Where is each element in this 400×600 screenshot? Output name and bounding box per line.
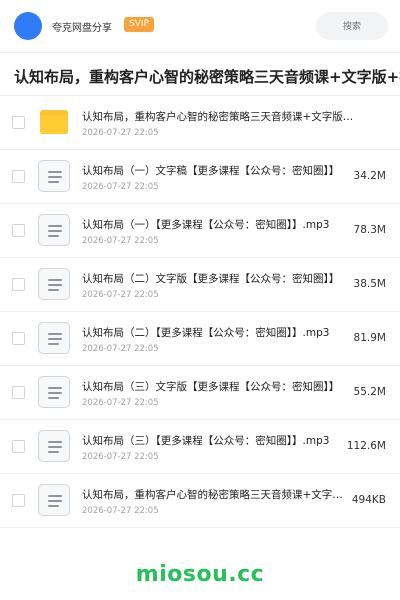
- select-checkbox[interactable]: [12, 116, 25, 129]
- file-row[interactable]: 认知布局（一）文字稿【更多课程【公众号：密知圈】】 2026-07-27 22:…: [0, 150, 400, 204]
- document-icon: [38, 322, 70, 354]
- file-row[interactable]: 认知布局（一）【更多课程【公众号：密知圈】】.mp3 2026-07-27 22…: [0, 204, 400, 258]
- file-date: 2026-07-27 22:05: [82, 182, 159, 192]
- share-title-bar: 认知布局，重构客户心智的秘密策略三天音频课+文字版+视频: [0, 62, 400, 92]
- document-icon: [38, 376, 70, 408]
- header-bar: 夸克网盘分享 SVIP: [0, 0, 400, 52]
- file-name: 认知布局（二）【更多课程【公众号：密知圈】】.mp3: [82, 327, 330, 339]
- watermark-text: miosou.cc: [135, 562, 265, 587]
- file-date: 2026-07-27 22:05: [82, 398, 159, 408]
- file-row[interactable]: 认知布局，重构客户心智的秘密策略三天音频课+文字版… 2026-07-27 22…: [0, 474, 400, 528]
- file-size: 38.5M: [353, 278, 386, 290]
- file-name: 认知布局（一）文字稿【更多课程【公众号：密知圈】】: [82, 165, 340, 177]
- file-name: 认知布局（三）文字版【更多课程【公众号：密知圈】】: [82, 381, 340, 393]
- select-checkbox[interactable]: [12, 170, 25, 183]
- file-size: 55.2M: [353, 386, 386, 398]
- header-divider: [0, 52, 400, 53]
- select-checkbox[interactable]: [12, 332, 25, 345]
- file-date: 2026-07-27 22:05: [82, 236, 159, 246]
- file-size: 34.2M: [353, 170, 386, 182]
- file-row[interactable]: 认知布局（二）【更多课程【公众号：密知圈】】.mp3 2026-07-27 22…: [0, 312, 400, 366]
- file-size: 78.3M: [353, 224, 386, 236]
- file-name: 认知布局（二）文字版【更多课程【公众号：密知圈】】: [82, 273, 340, 285]
- file-date: 2026-07-27 22:05: [82, 290, 159, 300]
- document-icon: [38, 268, 70, 300]
- file-row[interactable]: 认知布局（三）文字版【更多课程【公众号：密知圈】】 2026-07-27 22:…: [0, 366, 400, 420]
- folder-icon: [38, 106, 70, 138]
- file-name: 认知布局（三）【更多课程【公众号：密知圈】】.mp3: [82, 435, 330, 447]
- document-icon: [38, 214, 70, 246]
- file-name: 认知布局，重构客户心智的秘密策略三天音频课+文字版…: [82, 111, 354, 123]
- select-checkbox[interactable]: [12, 224, 25, 237]
- search-input[interactable]: [316, 12, 388, 40]
- file-row-folder[interactable]: 认知布局，重构客户心智的秘密策略三天音频课+文字版… 2026-07-27 22…: [0, 96, 400, 150]
- select-checkbox[interactable]: [12, 278, 25, 291]
- file-date: 2026-07-27 22:05: [82, 506, 159, 516]
- select-checkbox[interactable]: [12, 494, 25, 507]
- document-icon: [38, 160, 70, 192]
- file-name: 认知布局，重构客户心智的秘密策略三天音频课+文字版…: [82, 489, 352, 501]
- file-size: 81.9M: [353, 332, 386, 344]
- share-title: 认知布局，重构客户心智的秘密策略三天音频课+文字版+视频: [14, 68, 400, 86]
- document-icon: [38, 430, 70, 462]
- file-row[interactable]: 认知布局（二）文字版【更多课程【公众号：密知圈】】 2026-07-27 22:…: [0, 258, 400, 312]
- select-checkbox[interactable]: [12, 386, 25, 399]
- file-name: 认知布局（一）【更多课程【公众号：密知圈】】.mp3: [82, 219, 330, 231]
- file-date: 2026-07-27 22:05: [82, 128, 159, 138]
- document-icon: [38, 484, 70, 516]
- select-checkbox[interactable]: [12, 440, 25, 453]
- file-size: 112.6M: [346, 440, 386, 452]
- share-username: 夸克网盘分享: [52, 23, 112, 34]
- avatar[interactable]: [14, 12, 42, 40]
- svip-badge: SVIP: [124, 17, 154, 32]
- file-row[interactable]: 认知布局（三）【更多课程【公众号：密知圈】】.mp3 2026-07-27 22…: [0, 420, 400, 474]
- file-date: 2026-07-27 22:05: [82, 344, 159, 354]
- file-date: 2026-07-27 22:05: [82, 452, 159, 462]
- file-size: 494KB: [351, 494, 386, 506]
